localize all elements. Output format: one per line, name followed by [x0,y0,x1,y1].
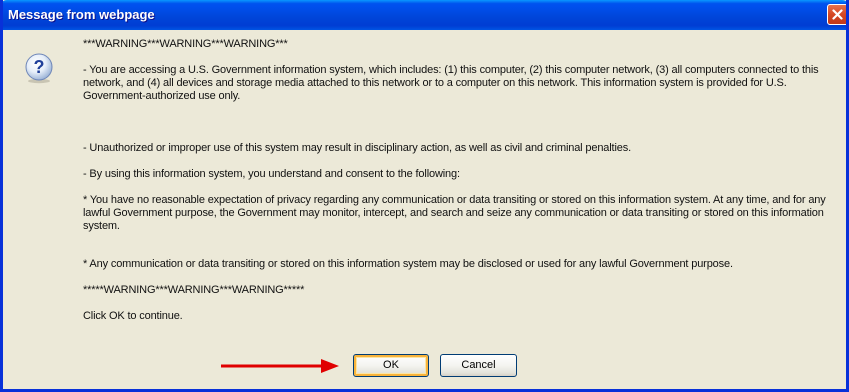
close-icon [832,9,843,20]
continue-instruction-text: Click OK to continue. [83,310,183,322]
consent-text: - By using this information system, you … [83,168,460,180]
privacy-notice-text: * You have no reasonable expectation of … [83,194,826,232]
title-bar[interactable]: Message from webpage [3,0,846,30]
disclosure-notice-text: * Any communication or data transiting o… [83,258,733,270]
red-arrow-annotation [221,359,339,373]
svg-text:?: ? [34,57,45,77]
warning-footer-text: *****WARNING***WARNING***WARNING***** [83,284,305,296]
ok-button[interactable]: OK [353,354,429,377]
close-button[interactable] [827,4,846,25]
dialog-window: Message from webpage ? ***WARNING***WARN… [0,0,849,392]
question-icon: ? [25,53,53,84]
unauthorized-use-text: - Unauthorized or improper use of this s… [83,142,631,154]
window-title: Message from webpage [8,7,155,22]
access-notice-text: - You are accessing a U.S. Government in… [83,64,819,102]
cancel-button[interactable]: Cancel [440,354,517,377]
warning-header-text: ***WARNING***WARNING***WARNING*** [83,38,288,50]
